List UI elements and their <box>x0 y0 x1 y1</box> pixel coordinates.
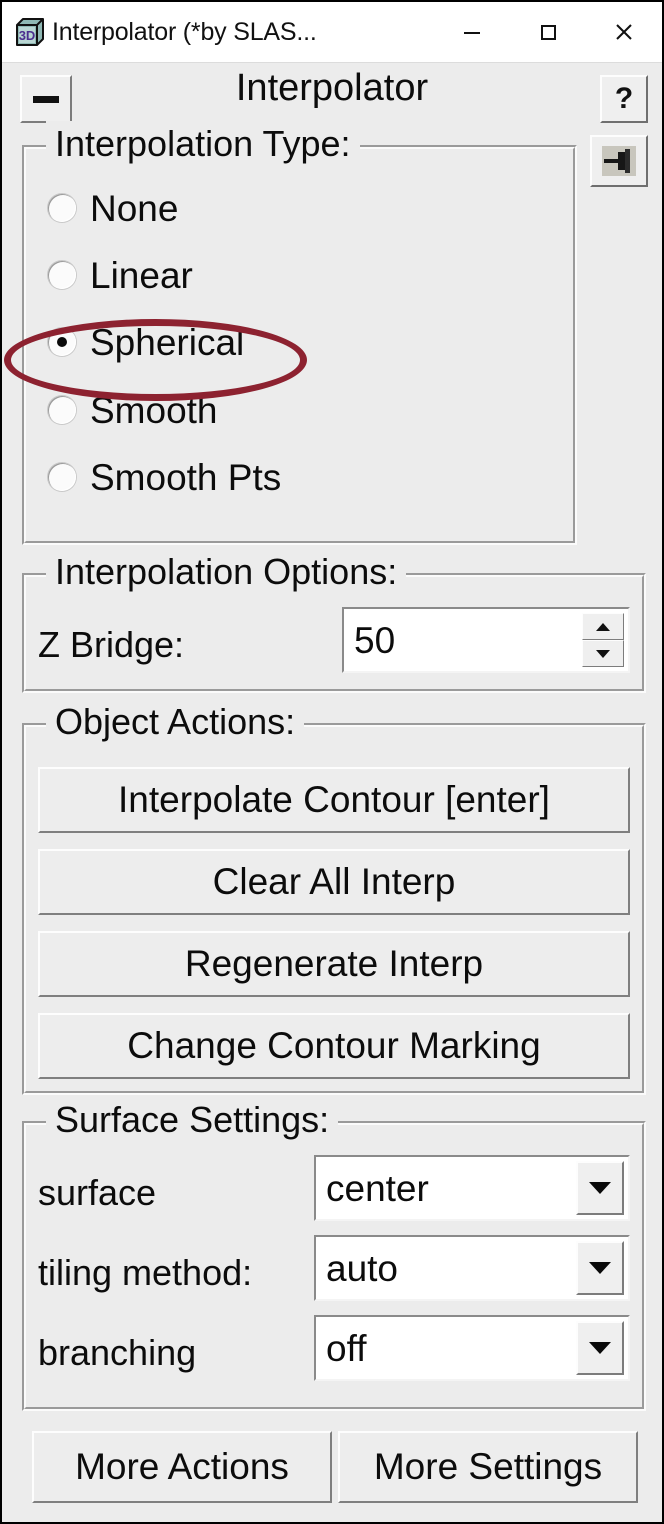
close-icon[interactable] <box>586 2 662 62</box>
radio-option-linear[interactable]: Linear <box>48 252 193 298</box>
interpolation-type-title: Interpolation Type: <box>46 121 360 167</box>
surface-settings-group: Surface Settings: surface center tiling … <box>22 1097 646 1411</box>
radio-indicator-selected <box>48 328 76 356</box>
z-bridge-value: 50 <box>354 619 396 661</box>
stepper-up-button[interactable] <box>582 613 624 640</box>
triangle-down-icon <box>596 649 610 658</box>
radio-option-smooth-pts[interactable]: Smooth Pts <box>48 454 281 500</box>
page-title: Interpolator <box>235 67 429 109</box>
pin-button[interactable] <box>590 135 648 187</box>
interpolate-contour-button[interactable]: Interpolate Contour [enter] <box>38 767 630 833</box>
surface-dropdown[interactable]: center <box>314 1155 630 1221</box>
chevron-down-icon[interactable] <box>576 1321 624 1375</box>
svg-text:3D: 3D <box>19 28 36 43</box>
interpolator-window: 3D Interpolator (*by SLAS... Interpolato… <box>0 0 664 1524</box>
radio-label: Linear <box>90 254 193 296</box>
regenerate-interp-button[interactable]: Regenerate Interp <box>38 931 630 997</box>
branching-label: branching <box>38 1332 197 1373</box>
interpolation-options-title: Interpolation Options: <box>46 549 407 595</box>
radio-indicator <box>48 396 76 424</box>
surface-settings-title: Surface Settings: <box>46 1097 339 1143</box>
titlebar: 3D Interpolator (*by SLAS... <box>2 2 662 63</box>
window-title: Interpolator (*by SLAS... <box>52 17 317 46</box>
triangle-down-glyph <box>589 1342 611 1354</box>
clear-all-interp-button[interactable]: Clear All Interp <box>38 849 630 915</box>
radio-label: Smooth <box>90 389 218 431</box>
surface-label: surface <box>38 1172 157 1213</box>
surface-dropdown-value: center <box>326 1167 429 1209</box>
triangle-down-glyph <box>589 1182 611 1194</box>
radio-indicator <box>48 194 76 222</box>
radio-indicator <box>48 261 76 289</box>
interpolation-type-group: Interpolation Type: None Linear Spherica… <box>22 121 577 545</box>
z-bridge-stepper[interactable] <box>582 613 624 667</box>
radio-option-none[interactable]: None <box>48 185 178 231</box>
panel-body: Interpolator ? Interpolation Type: None … <box>2 63 662 1522</box>
more-settings-button[interactable]: More Settings <box>338 1431 638 1503</box>
stepper-down-button[interactable] <box>582 640 624 667</box>
object-actions-group: Object Actions: Interpolate Contour [ent… <box>22 699 646 1095</box>
z-bridge-input[interactable]: 50 <box>342 607 630 673</box>
radio-option-smooth[interactable]: Smooth <box>48 387 218 433</box>
branching-dropdown[interactable]: off <box>314 1315 630 1381</box>
radio-indicator <box>48 463 76 491</box>
chevron-down-icon[interactable] <box>576 1161 624 1215</box>
radio-label: None <box>90 187 179 229</box>
object-actions-title: Object Actions: <box>46 699 305 745</box>
chevron-down-icon[interactable] <box>576 1241 624 1295</box>
pushpin-icon <box>602 146 636 176</box>
tiling-method-dropdown-value: auto <box>326 1247 399 1289</box>
maximize-icon[interactable] <box>510 2 586 62</box>
triangle-up-icon <box>596 622 610 631</box>
tiling-method-dropdown[interactable]: auto <box>314 1235 630 1301</box>
interpolation-options-group: Interpolation Options: Z Bridge: 50 <box>22 549 646 693</box>
cube-3d-icon: 3D <box>14 16 46 48</box>
more-actions-button[interactable]: More Actions <box>32 1431 332 1503</box>
help-button[interactable]: ? <box>600 75 648 123</box>
triangle-down-glyph <box>589 1262 611 1274</box>
minimize-icon[interactable] <box>434 2 510 62</box>
radio-label: Smooth Pts <box>90 456 282 498</box>
radio-option-spherical[interactable]: Spherical <box>48 319 244 365</box>
branching-dropdown-value: off <box>326 1327 367 1369</box>
radio-label: Spherical <box>90 321 245 363</box>
change-contour-marking-button[interactable]: Change Contour Marking <box>38 1013 630 1079</box>
window-controls <box>434 2 662 62</box>
tiling-method-label: tiling method: <box>38 1252 253 1293</box>
z-bridge-label: Z Bridge: <box>38 624 185 665</box>
